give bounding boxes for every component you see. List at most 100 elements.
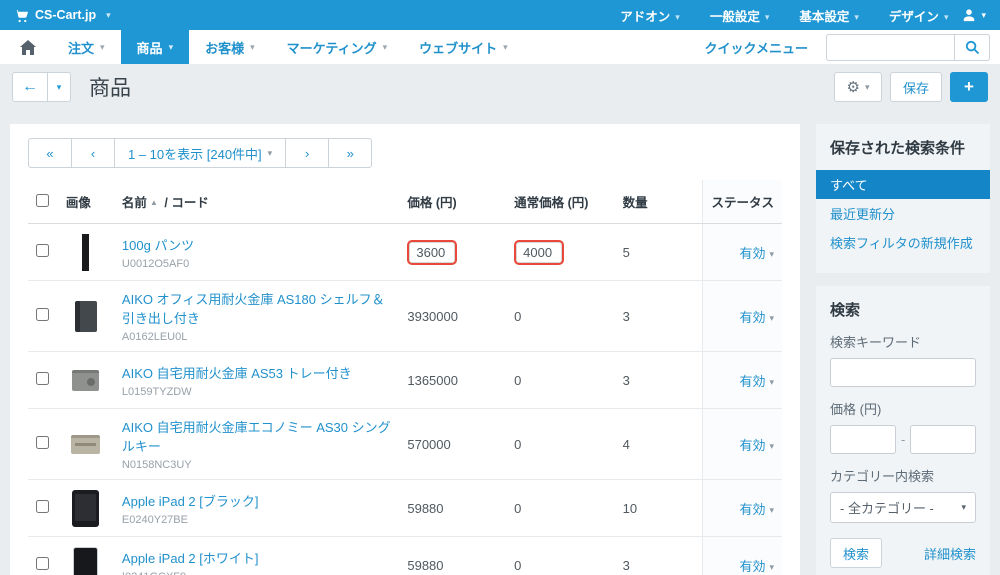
settings-gear-button[interactable]: ⚙ ▾ bbox=[833, 72, 882, 102]
chevron-down-icon: ▾ bbox=[168, 41, 174, 52]
row-checkbox[interactable] bbox=[36, 308, 49, 321]
topbar-menu-general-settings[interactable]: 一般設定 ▾ bbox=[710, 6, 770, 25]
sort-asc-icon: ▲ bbox=[149, 198, 158, 207]
quick-menu-link[interactable]: クイックメニュー bbox=[687, 30, 826, 64]
status-dropdown[interactable]: 有効 ▾ bbox=[739, 438, 774, 453]
chevron-down-icon: ▾ bbox=[503, 41, 508, 52]
quantity-value[interactable]: 5 bbox=[623, 245, 630, 260]
price-from-input[interactable] bbox=[830, 425, 896, 454]
status-dropdown[interactable]: 有効 ▾ bbox=[739, 246, 774, 261]
saved-search-recently-updated[interactable]: 最近更新分 bbox=[816, 199, 990, 228]
status-dropdown[interactable]: 有効 ▾ bbox=[739, 310, 774, 325]
admin-search-input[interactable] bbox=[826, 33, 954, 61]
list-price-value[interactable]: 0 bbox=[514, 558, 521, 573]
list-price-value[interactable]: 0 bbox=[514, 373, 521, 388]
topbar-menu-addons[interactable]: アドオン ▾ bbox=[620, 6, 680, 25]
quantity-value[interactable]: 3 bbox=[623, 558, 630, 573]
quantity-value[interactable]: 3 bbox=[623, 309, 630, 324]
nav-item-products[interactable]: 商品 ▾ bbox=[120, 30, 190, 64]
chevron-down-icon: ▾ bbox=[56, 81, 62, 92]
add-product-button[interactable]: + bbox=[950, 72, 988, 102]
price-value[interactable]: 59880 bbox=[407, 558, 443, 573]
status-dropdown[interactable]: 有効 ▾ bbox=[739, 559, 774, 574]
topbar-menu-design[interactable]: デザイン ▾ bbox=[889, 6, 949, 25]
price-to-input[interactable] bbox=[910, 425, 977, 454]
price-field-highlighted[interactable]: 3600 bbox=[407, 239, 458, 265]
home-icon[interactable] bbox=[0, 30, 52, 64]
table-row: AIKO 自宅用耐火金庫 AS53 トレー付き L0159TYZDW 136500… bbox=[28, 351, 782, 409]
topbar-menu-basic-settings[interactable]: 基本設定 ▾ bbox=[799, 6, 859, 25]
saved-search-all[interactable]: すべて bbox=[816, 170, 990, 199]
back-dropdown-button[interactable]: ▾ bbox=[47, 72, 71, 102]
search-submit-button[interactable]: 検索 bbox=[830, 538, 883, 568]
pagination-prev-button[interactable]: ‹ bbox=[71, 138, 115, 168]
nav-item-customers[interactable]: お客様 ▾ bbox=[189, 30, 271, 64]
product-image bbox=[66, 545, 106, 575]
product-name-link[interactable]: Apple iPad 2 [ホワイト] bbox=[122, 551, 259, 566]
table-row: AIKO オフィス用耐火金庫 AS180 シェルフ＆引き出し付き A0162LEU… bbox=[28, 280, 782, 352]
product-name-link[interactable]: AIKO 自宅用耐火金庫エコノミー AS30 シングルキー bbox=[122, 420, 391, 454]
pagination-range-dropdown[interactable]: 1 – 10を表示 [240件中] ▾ bbox=[114, 138, 287, 168]
chevron-down-icon: ▾ bbox=[864, 81, 870, 92]
gear-icon: ⚙ bbox=[846, 79, 860, 96]
row-checkbox[interactable] bbox=[36, 500, 49, 513]
list-price-value[interactable]: 0 bbox=[514, 309, 521, 324]
saved-search-create-filter[interactable]: 検索フィルタの新規作成 bbox=[816, 228, 990, 257]
column-header-name-code[interactable]: 名前 ▲ / コード bbox=[113, 180, 400, 224]
product-name-link[interactable]: 100g パンツ bbox=[122, 238, 194, 253]
product-name-link[interactable]: Apple iPad 2 [ブラック] bbox=[122, 494, 259, 509]
chevron-down-icon: ▾ bbox=[250, 41, 255, 52]
nav-item-marketing[interactable]: マーケティング ▾ bbox=[271, 30, 404, 64]
nav-item-orders[interactable]: 注文 ▾ bbox=[52, 30, 121, 64]
store-brand-menu[interactable]: CS-Cart.jp ▾ bbox=[35, 8, 111, 22]
quantity-value[interactable]: 10 bbox=[623, 501, 637, 516]
pagination-last-button[interactable]: » bbox=[328, 138, 373, 168]
chevron-down-icon: ▾ bbox=[981, 9, 986, 20]
category-select[interactable]: - 全カテゴリー - ▾ bbox=[830, 492, 976, 523]
column-header-list-price[interactable]: 通常価格 (円) bbox=[506, 180, 615, 224]
chevron-down-icon: ▾ bbox=[961, 502, 966, 512]
nav-item-website[interactable]: ウェブサイト ▾ bbox=[403, 30, 524, 64]
chevron-down-icon: ▾ bbox=[769, 312, 774, 323]
row-checkbox[interactable] bbox=[36, 372, 49, 385]
keyword-input[interactable] bbox=[830, 358, 976, 387]
main-area: « ‹ 1 – 10を表示 [240件中] ▾ › » 画像 名前 ▲ / コード bbox=[0, 110, 1000, 575]
admin-search-button[interactable] bbox=[954, 33, 990, 61]
quantity-value[interactable]: 3 bbox=[623, 373, 630, 388]
list-price-value[interactable]: 0 bbox=[514, 501, 521, 516]
advanced-search-link[interactable]: 詳細検索 bbox=[924, 544, 976, 563]
list-price-field-highlighted[interactable]: 4000 bbox=[514, 239, 565, 265]
price-value[interactable]: 59880 bbox=[407, 501, 443, 516]
search-panel: 検索 検索キーワード 価格 (円) - カテゴリー内検索 - 全カテゴリー - … bbox=[816, 286, 990, 575]
product-name-link[interactable]: AIKO オフィス用耐火金庫 AS180 シェルフ＆引き出し付き bbox=[122, 292, 385, 326]
product-list-card: « ‹ 1 – 10を表示 [240件中] ▾ › » 画像 名前 ▲ / コード bbox=[10, 124, 800, 575]
page-toolbar: ← ▾ 商品 ⚙ ▾ 保存 + bbox=[0, 64, 1000, 110]
quantity-value[interactable]: 4 bbox=[623, 437, 630, 452]
status-dropdown[interactable]: 有効 ▾ bbox=[739, 502, 774, 517]
row-checkbox[interactable] bbox=[36, 557, 49, 570]
pagination-next-button[interactable]: › bbox=[285, 138, 330, 168]
product-name-link[interactable]: AIKO 自宅用耐火金庫 AS53 トレー付き bbox=[122, 366, 352, 381]
column-header-price[interactable]: 価格 (円) bbox=[399, 180, 507, 224]
navbar-spacer bbox=[524, 30, 687, 64]
save-button[interactable]: 保存 bbox=[889, 72, 942, 102]
price-value[interactable]: 3930000 bbox=[407, 309, 458, 324]
back-button[interactable]: ← bbox=[12, 72, 48, 102]
store-brand-label: CS-Cart.jp bbox=[35, 8, 97, 22]
search-icon bbox=[965, 40, 980, 55]
product-code: U0012O5AF0 bbox=[121, 257, 190, 270]
price-value[interactable]: 570000 bbox=[407, 437, 450, 452]
row-checkbox[interactable] bbox=[36, 436, 49, 449]
select-all-checkbox[interactable] bbox=[36, 193, 49, 207]
status-dropdown[interactable]: 有効 ▾ bbox=[739, 374, 774, 389]
chevron-down-icon: ▾ bbox=[769, 561, 774, 572]
user-menu[interactable]: ▾ bbox=[962, 8, 986, 22]
column-header-quantity[interactable]: 数量 bbox=[614, 180, 703, 224]
list-price-value[interactable]: 0 bbox=[514, 437, 521, 452]
price-value[interactable]: 1365000 bbox=[407, 373, 458, 388]
chevron-down-icon: ▾ bbox=[764, 11, 770, 22]
row-checkbox[interactable] bbox=[36, 244, 49, 257]
range-dash: - bbox=[901, 432, 906, 447]
product-image bbox=[66, 296, 106, 336]
pagination-first-button[interactable]: « bbox=[28, 138, 72, 168]
